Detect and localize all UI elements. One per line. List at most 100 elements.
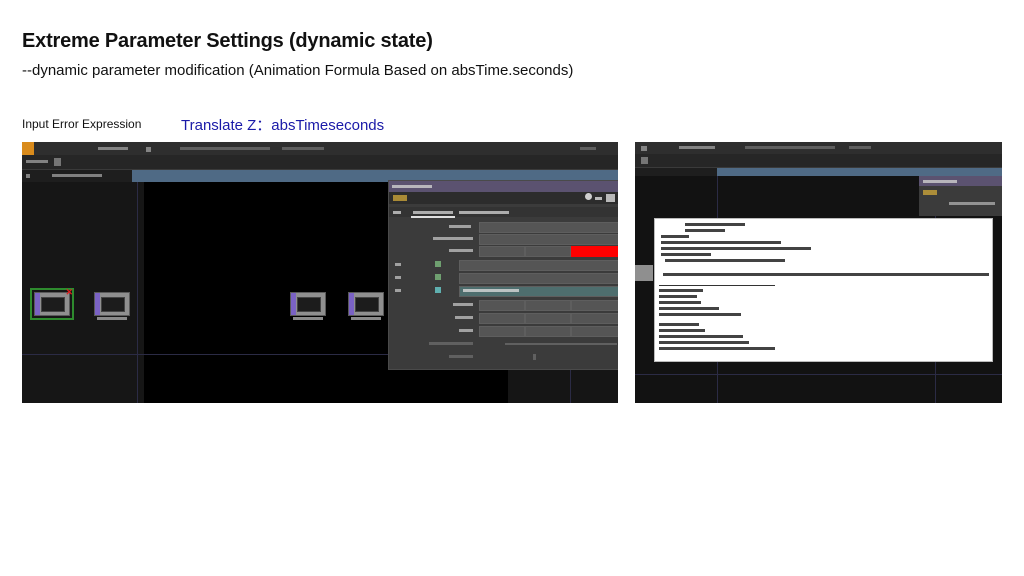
parameter-panel[interactable] [919, 176, 1002, 216]
param-row [389, 272, 618, 284]
toolbar-icon[interactable] [54, 158, 61, 166]
error-line [659, 323, 699, 326]
param-toggle[interactable] [435, 274, 441, 280]
param-slider[interactable] [505, 343, 617, 345]
param-label [395, 289, 401, 292]
toolbar [22, 155, 618, 170]
menu-glyph [641, 146, 647, 151]
param-row [389, 245, 618, 257]
input-error-label: Input Error Expression [22, 117, 142, 131]
menu-bar [635, 142, 1002, 154]
node-tab [35, 293, 40, 315]
error-line [659, 295, 697, 298]
error-line [659, 307, 719, 310]
param-field[interactable] [479, 326, 525, 337]
tab-label[interactable] [459, 211, 509, 214]
param-field[interactable] [479, 246, 525, 257]
nav-icon[interactable] [26, 174, 30, 178]
error-line [659, 313, 741, 316]
operator-icon[interactable] [393, 195, 407, 201]
toolbar-icon[interactable] [641, 157, 648, 164]
editor-screenshot-right [635, 142, 1002, 403]
error-line [661, 241, 781, 244]
gear-icon[interactable] [585, 193, 592, 200]
param-label [395, 263, 401, 266]
movie-file-node-selected[interactable]: ✕ [30, 288, 74, 320]
editor-screenshot-left: ✕ [22, 142, 618, 403]
movie-file-node-icon[interactable] [635, 265, 653, 281]
error-line [685, 229, 725, 232]
param-field[interactable] [571, 313, 618, 324]
param-row [389, 233, 618, 245]
movie-file-node-icon [355, 297, 379, 312]
operator-icon[interactable] [923, 190, 937, 195]
slide-subtitle: --dynamic parameter modification (Animat… [22, 62, 574, 79]
add-icon[interactable] [606, 194, 615, 202]
node-tab [291, 293, 296, 315]
tab-label[interactable] [413, 211, 453, 214]
movie-file-node[interactable] [290, 292, 326, 320]
tab-label[interactable] [949, 202, 995, 205]
menu-text [745, 146, 835, 149]
error-separator [659, 285, 775, 286]
param-row [389, 299, 618, 311]
movie-file-node-icon [41, 297, 65, 312]
expression-text [463, 289, 519, 292]
param-row [389, 285, 618, 297]
parameter-panel[interactable] [388, 180, 618, 370]
param-label [429, 342, 473, 345]
node-caption [351, 317, 381, 320]
param-field[interactable] [571, 326, 618, 337]
param-label [433, 237, 473, 240]
param-field[interactable] [525, 326, 571, 337]
node-caption [97, 317, 127, 320]
error-line [665, 259, 785, 262]
error-line [659, 301, 701, 304]
error-line [659, 329, 705, 332]
menu-text [580, 147, 596, 150]
param-field[interactable] [479, 234, 618, 245]
param-field[interactable] [525, 300, 571, 311]
param-field[interactable] [525, 246, 571, 257]
param-toggle[interactable] [435, 287, 441, 293]
param-row [389, 259, 618, 271]
back-icon[interactable] [595, 197, 602, 200]
menu-text [180, 147, 270, 150]
error-line [659, 289, 703, 292]
error-line [661, 247, 811, 250]
node-caption [293, 317, 323, 320]
menu-text [679, 146, 715, 149]
node-tab [349, 293, 354, 315]
error-dialog[interactable] [654, 218, 993, 362]
error-line [661, 253, 711, 256]
param-toggle[interactable] [435, 261, 441, 267]
error-expression-field[interactable] [571, 246, 618, 257]
panel-title-text [392, 185, 432, 188]
error-line [659, 347, 775, 350]
tab-label[interactable] [393, 211, 401, 214]
param-field[interactable] [479, 222, 618, 233]
param-label [455, 316, 473, 319]
param-field[interactable] [459, 273, 618, 284]
parameter-tabs[interactable] [389, 207, 618, 218]
toolbar [635, 154, 1002, 168]
grid-line [635, 374, 1002, 375]
param-field[interactable] [479, 313, 525, 324]
error-x-icon: ✕ [65, 287, 73, 297]
panel-title-text [923, 180, 957, 183]
param-glyph [533, 354, 536, 360]
menu-text [849, 146, 871, 149]
param-field[interactable] [571, 300, 618, 311]
error-line [685, 223, 745, 226]
parameter-panel-header [919, 176, 1002, 186]
parameter-panel-header [389, 181, 618, 192]
param-label [459, 329, 473, 332]
param-row [389, 338, 618, 349]
movie-file-node[interactable] [94, 292, 130, 320]
param-field[interactable] [479, 300, 525, 311]
movie-file-node[interactable] [348, 292, 384, 320]
error-line-long [663, 273, 989, 276]
param-field[interactable] [525, 313, 571, 324]
param-row [389, 325, 618, 337]
param-field[interactable] [459, 260, 618, 271]
